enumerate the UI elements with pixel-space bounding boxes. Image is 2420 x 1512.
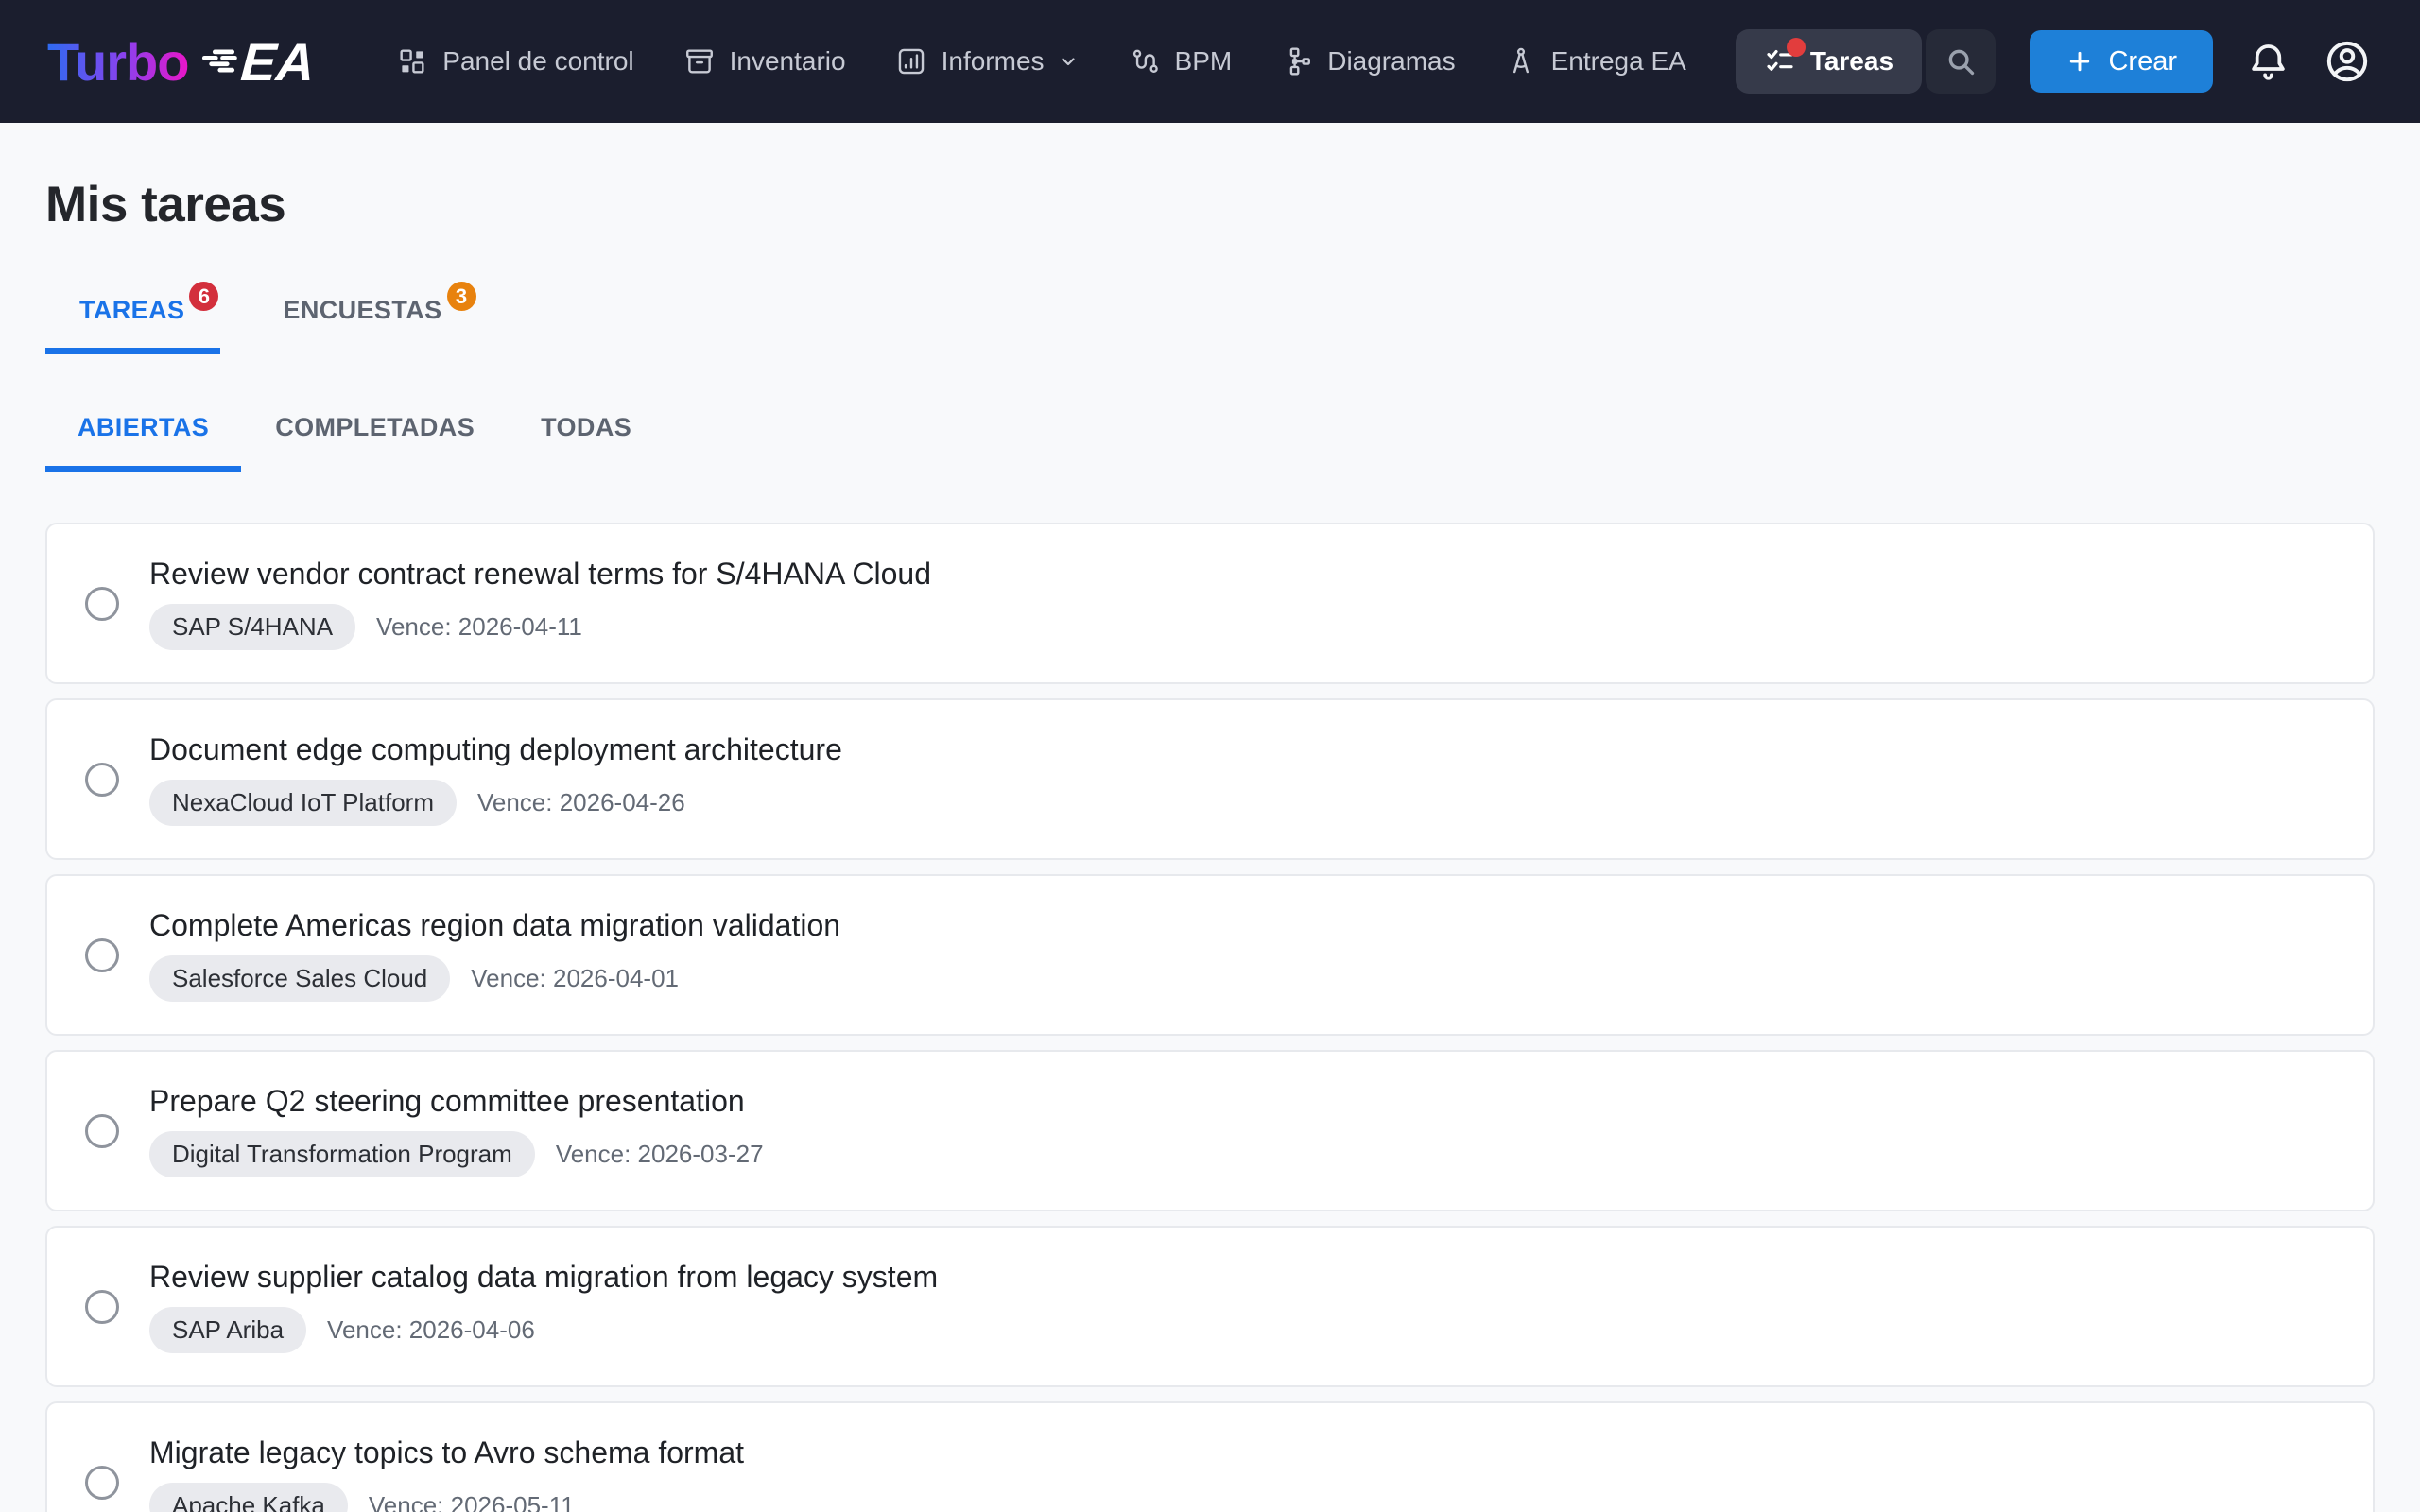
task-meta: SAP Ariba Vence: 2026-04-06 [149, 1307, 938, 1353]
tab-badge: 3 [447, 282, 476, 311]
task-checkbox[interactable] [85, 1290, 119, 1324]
avatar-icon [2324, 38, 2371, 85]
task-due-date: Vence: 2026-04-26 [477, 788, 685, 817]
nav-item-bpm[interactable]: BPM [1129, 45, 1233, 77]
task-card: Review supplier catalog data migration f… [45, 1226, 2375, 1387]
nav-item-label: Inventario [730, 46, 846, 77]
create-button-label: Crear [2108, 46, 2177, 77]
tab-badge: 6 [189, 282, 218, 311]
reports-icon [895, 45, 927, 77]
task-body: Migrate legacy topics to Avro schema for… [149, 1435, 744, 1512]
task-tag-chip: SAP Ariba [149, 1307, 306, 1353]
notification-dot [1787, 38, 1806, 57]
turboea-logo[interactable]: Turbo EA [47, 31, 315, 93]
task-tag-chip: Digital Transformation Program [149, 1131, 535, 1177]
page-title: Mis tareas [45, 176, 2375, 233]
inventory-icon [683, 45, 716, 77]
task-meta: Salesforce Sales Cloud Vence: 2026-04-01 [149, 955, 840, 1002]
primary-nav: Panel de control Inventario Informes BPM Dia… [396, 29, 1922, 94]
subtab-abiertas[interactable]: ABIERTAS [45, 413, 241, 472]
task-due-date: Vence: 2026-03-27 [556, 1140, 764, 1169]
task-list: Review vendor contract renewal terms for… [45, 523, 2375, 1512]
task-title[interactable]: Document edge computing deployment archi… [149, 732, 842, 767]
user-avatar-button[interactable] [2324, 38, 2371, 85]
task-due-date: Vence: 2026-04-01 [471, 964, 679, 993]
nav-item-label: Entrega EA [1551, 46, 1686, 77]
task-checkbox[interactable] [85, 938, 119, 972]
task-checkbox[interactable] [85, 587, 119, 621]
nav-item-inventario[interactable]: Inventario [683, 45, 846, 77]
bell-icon [2247, 41, 2290, 83]
nav-item-label: BPM [1175, 46, 1233, 77]
task-meta: SAP S/4HANA Vence: 2026-04-11 [149, 604, 931, 650]
subtab-completadas[interactable]: COMPLETADAS [243, 413, 507, 472]
task-checkbox[interactable] [85, 763, 119, 797]
task-tag-chip: NexaCloud IoT Platform [149, 780, 457, 826]
task-card: Prepare Q2 steering committee presentati… [45, 1050, 2375, 1211]
notifications-button[interactable] [2247, 41, 2290, 83]
tasks-icon [1764, 45, 1796, 77]
task-meta: Digital Transformation Program Vence: 202… [149, 1131, 764, 1177]
search-button[interactable] [1926, 29, 1996, 94]
task-title[interactable]: Review vendor contract renewal terms for… [149, 557, 931, 592]
dashboard-icon [396, 45, 428, 77]
tab-tareas[interactable]: TAREAS6 [45, 283, 220, 354]
subtab-todas[interactable]: TODAS [509, 413, 664, 472]
task-meta: Apache Kafka Vence: 2026-05-11 [149, 1483, 744, 1512]
logo-text-turbo: Turbo [47, 31, 188, 93]
bpm-icon [1129, 45, 1161, 77]
task-tag-chip: Apache Kafka [149, 1483, 348, 1512]
task-card: Complete Americas region data migration … [45, 874, 2375, 1036]
task-checkbox[interactable] [85, 1114, 119, 1148]
task-body: Review supplier catalog data migration f… [149, 1260, 938, 1353]
task-due-date: Vence: 2026-04-11 [376, 612, 582, 642]
task-checkbox[interactable] [85, 1466, 119, 1500]
task-card: Document edge computing deployment archi… [45, 698, 2375, 860]
nav-item-label: Tareas [1810, 46, 1893, 77]
tab-encuestas[interactable]: ENCUESTAS3 [249, 283, 477, 354]
nav-item-diagramas[interactable]: Diagramas [1281, 45, 1455, 77]
task-due-date: Vence: 2026-04-06 [327, 1315, 535, 1345]
navbar-right-controls: Crear [1926, 29, 2371, 94]
nav-item-entrega-ea[interactable]: Entrega EA [1505, 45, 1686, 77]
nav-item-panel-de-control[interactable]: Panel de control [396, 45, 633, 77]
tab-label: TAREAS [79, 296, 184, 325]
nav-item-tareas[interactable]: Tareas [1736, 29, 1922, 94]
diagrams-icon [1281, 45, 1313, 77]
tabs: TAREAS6 ENCUESTAS3 [45, 283, 2375, 354]
task-meta: NexaCloud IoT Platform Vence: 2026-04-26 [149, 780, 842, 826]
task-body: Review vendor contract renewal terms for… [149, 557, 931, 650]
subtabs: ABIERTASCOMPLETADASTODAS [45, 413, 2375, 472]
task-card: Review vendor contract renewal terms for… [45, 523, 2375, 684]
nav-item-label: Panel de control [442, 46, 633, 77]
top-navbar: Turbo EA Panel de control Inventario Infor… [0, 0, 2420, 123]
task-tag-chip: Salesforce Sales Cloud [149, 955, 450, 1002]
task-title[interactable]: Complete Americas region data migration … [149, 908, 840, 943]
search-icon [1945, 45, 1977, 77]
tab-label: ENCUESTAS [283, 296, 441, 325]
task-title[interactable]: Migrate legacy topics to Avro schema for… [149, 1435, 744, 1470]
task-body: Prepare Q2 steering committee presentati… [149, 1084, 764, 1177]
nav-item-label: Informes [942, 46, 1045, 77]
task-title[interactable]: Review supplier catalog data migration f… [149, 1260, 938, 1295]
compass-icon [1505, 45, 1537, 77]
speed-lines-icon [198, 41, 239, 82]
logo-text-ea: EA [239, 31, 317, 93]
nav-item-label: Diagramas [1327, 46, 1455, 77]
task-body: Document edge computing deployment archi… [149, 732, 842, 826]
main-content: Mis tareas TAREAS6 ENCUESTAS3 ABIERTASCOM… [0, 176, 2420, 1512]
create-button[interactable]: Crear [2030, 30, 2213, 93]
task-body: Complete Americas region data migration … [149, 908, 840, 1002]
plus-icon [2066, 47, 2094, 76]
task-card: Migrate legacy topics to Avro schema for… [45, 1401, 2375, 1512]
task-title[interactable]: Prepare Q2 steering committee presentati… [149, 1084, 764, 1119]
chevron-down-icon [1057, 50, 1080, 73]
task-due-date: Vence: 2026-05-11 [369, 1491, 575, 1512]
nav-item-informes[interactable]: Informes [895, 45, 1080, 77]
task-tag-chip: SAP S/4HANA [149, 604, 355, 650]
